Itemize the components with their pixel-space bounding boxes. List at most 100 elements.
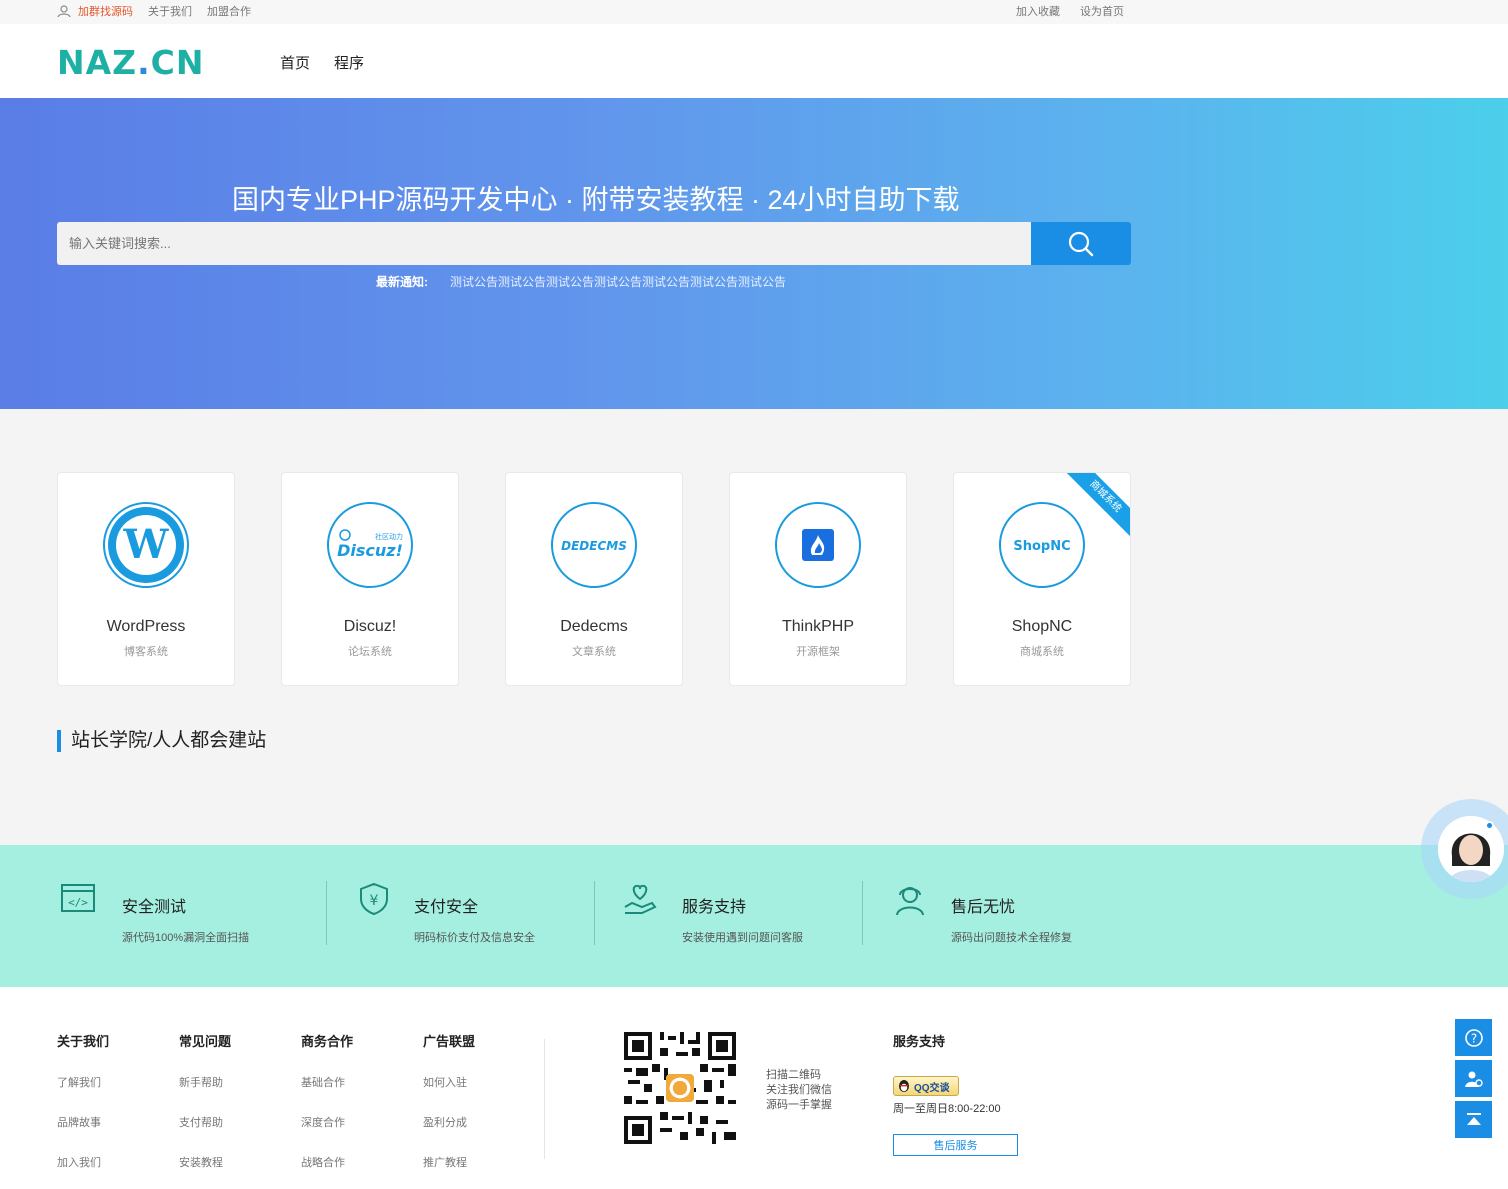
top-bar: 加群找源码 关于我们 加盟合作 加入收藏 设为首页 [0,0,1508,24]
notice-text[interactable]: 测试公告测试公告测试公告测试公告测试公告测试公告测试公告 [450,273,786,290]
nav-home[interactable]: 首页 [280,52,310,73]
top-link-about[interactable]: 关于我们 [148,3,192,19]
top-link-favorite[interactable]: 加入收藏 [1016,3,1060,19]
headset-agent-icon [896,887,924,916]
search-icon [1068,231,1094,256]
svg-text:DEDECMS: DEDECMS [561,539,627,553]
svg-text:社区动力: 社区动力 [375,532,403,541]
feature-desc: 源码出问题技术全程修复 [951,932,1072,944]
arrow-up-icon [1466,1112,1481,1125]
footer-link[interactable]: 安装教程 [179,1154,231,1170]
site-logo[interactable]: NAZ.CN [57,43,204,82]
card-discuz[interactable]: 社区动力 Discuz! Discuz! 论坛系统 [281,472,459,686]
footer-link[interactable]: 加入我们 [57,1154,109,1170]
notice-label: 最新通知: [376,275,428,289]
heart-hand-icon [624,884,657,914]
qr-line: 源码一手掌握 [766,1099,832,1111]
footer-link[interactable]: 品牌故事 [57,1114,109,1130]
program-cards: W WordPress 博客系统 社区动力 Discuz! Discuz! 论坛系… [57,472,1131,686]
card-wordpress[interactable]: W WordPress 博客系统 [57,472,235,686]
help-button[interactable]: ? [1455,1019,1492,1056]
thinkphp-logo [775,502,861,588]
footer-column-ads: 广告联盟 如何入驻 盈利分成 推广教程 [423,1031,475,1170]
search-bar [57,222,1131,265]
discuz-logo: 社区动力 Discuz! [327,502,413,588]
footer-link[interactable]: 基础合作 [301,1074,353,1090]
wordpress-logo: W [103,502,189,588]
card-name: Discuz! [343,618,397,635]
footer-link[interactable]: 如何入驻 [423,1074,475,1090]
footer-link[interactable]: 盈利分成 [423,1114,475,1130]
account-button[interactable] [1455,1060,1492,1097]
svg-text:¥: ¥ [370,893,379,909]
feature-divider [594,881,595,945]
card-name: ThinkPHP [781,618,855,635]
qq-penguin-icon [899,1080,909,1092]
footer-link[interactable]: 了解我们 [57,1074,109,1090]
footer-column-title: 广告联盟 [423,1034,476,1049]
shopnc-logo: ShopNC [999,502,1085,588]
logo-text: NAZ [57,43,138,82]
qr-line: 关注我们微信 [766,1084,832,1096]
card-sub: 商城系统 [1020,646,1064,658]
feature-title: 支付安全 [414,899,479,916]
feature-divider [326,881,327,945]
card-shopnc[interactable]: 商城系统 ShopNC ShopNC 商城系统 [953,472,1131,686]
feature-desc: 源代码100%漏洞全面扫描 [122,932,250,944]
user-icon [57,5,71,17]
wechat-qr-code [624,1032,736,1144]
feature-title: 安全测试 [122,899,187,916]
online-status-dot [1485,821,1494,830]
after-sales-button[interactable]: 售后服务 [893,1134,1018,1156]
shield-yen-icon: ¥ [360,882,388,916]
hero-title: 国内专业PHP源码开发中心 · 附带安装教程 · 24小时自助下载 [232,185,960,215]
card-sub: 文章系统 [572,646,616,658]
feature-title: 售后无忧 [951,899,1016,916]
feature-desc: 安装使用遇到问题问客服 [682,932,803,944]
footer-column-title: 关于我们 [57,1034,110,1049]
qr-line: 扫描二维码 [766,1069,821,1081]
top-bar-right: 加入收藏 设为首页 [1016,3,1124,19]
qr-caption: 扫描二维码 关注我们微信 源码一手掌握 [766,1068,832,1113]
svg-text:</>: </> [68,896,88,909]
logo-text-2: CN [150,43,205,82]
top-link-join-group[interactable]: 加群找源码 [78,3,133,19]
footer-column-title: 商务合作 [301,1034,354,1049]
question-icon: ? [1464,1028,1483,1047]
card-sub: 论坛系统 [348,646,392,658]
footer-column-title: 常见问题 [179,1034,232,1049]
back-to-top-button[interactable] [1455,1101,1492,1138]
svg-text:Discuz!: Discuz! [337,541,403,560]
dedecms-logo: DEDECMS [551,502,637,588]
user-settings-icon [1464,1071,1483,1087]
top-link-partner[interactable]: 加盟合作 [207,3,251,19]
section-title: 站长学院/人人都会建站 [57,730,266,752]
feature-desc: 明码标价支付及信息安全 [414,932,535,944]
search-button[interactable] [1031,222,1131,265]
footer-link[interactable]: 深度合作 [301,1114,353,1130]
footer-link[interactable]: 推广教程 [423,1154,475,1170]
notice-bar: 最新通知: 测试公告测试公告测试公告测试公告测试公告测试公告测试公告 [376,273,786,290]
card-name: Dedecms [560,618,628,635]
card-thinkphp[interactable]: ThinkPHP 开源框架 [729,472,907,686]
search-input[interactable] [57,222,1031,265]
footer-link[interactable]: 新手帮助 [179,1074,231,1090]
card-sub: 开源框架 [796,646,840,658]
card-name: ShopNC [1011,618,1073,635]
feature-title: 服务支持 [682,899,747,916]
footer-column-business: 商务合作 基础合作 深度合作 战略合作 [301,1031,353,1170]
card-dedecms[interactable]: DEDECMS Dedecms 文章系统 [505,472,683,686]
support-title: 服务支持 [893,1034,946,1049]
feature-divider [862,881,863,945]
hero-banner: 国内专业PHP源码开发中心 · 附带安装教程 · 24小时自助下载 最新通知: … [0,98,1508,409]
footer-divider [544,1039,545,1159]
footer-link[interactable]: 支付帮助 [179,1114,231,1130]
main-nav: 首页 程序 [280,52,364,73]
features-strip: </> 安全测试 源代码100%漏洞全面扫描 ¥ 支付安全 明码标价支付及信息安… [0,845,1508,987]
top-link-homepage[interactable]: 设为首页 [1080,3,1124,19]
qq-chat-button[interactable]: QQ交谈 [893,1076,959,1096]
site-header: NAZ.CN 首页 程序 [0,24,1508,98]
nav-programs[interactable]: 程序 [334,52,364,73]
footer-link[interactable]: 战略合作 [301,1154,353,1170]
code-window-icon: </> [61,884,95,912]
